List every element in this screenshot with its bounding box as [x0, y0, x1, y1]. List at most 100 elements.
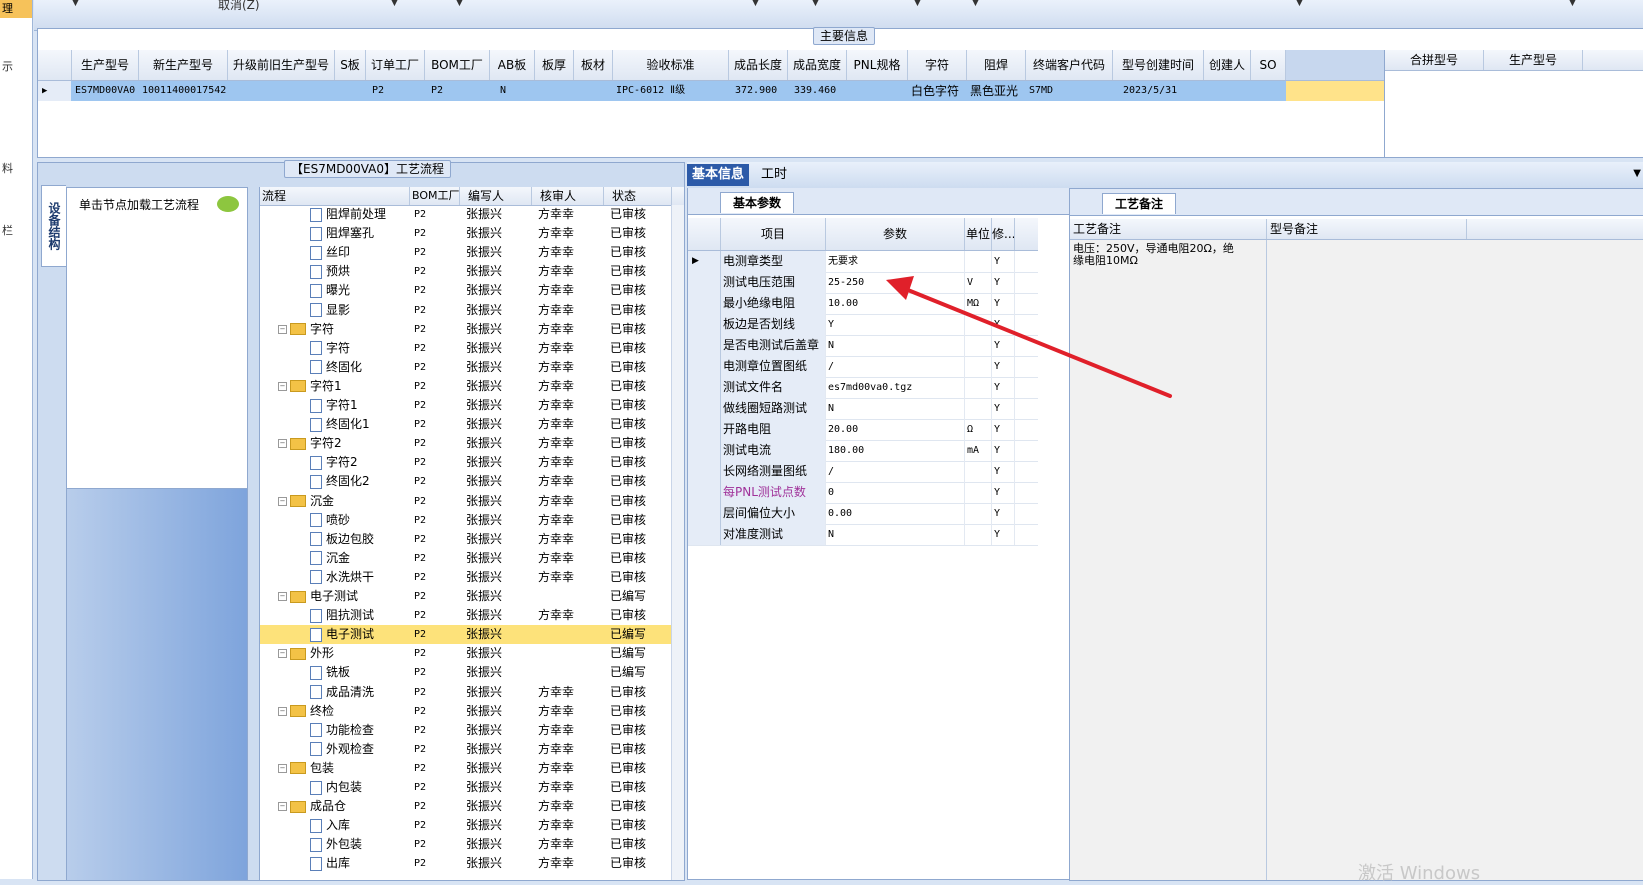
- row-selector[interactable]: [688, 419, 721, 440]
- column-header[interactable]: 板材: [574, 50, 613, 80]
- table-cell[interactable]: S7MD: [1026, 81, 1112, 101]
- param-value[interactable]: 180.00: [826, 440, 965, 461]
- tree-row[interactable]: − 字符1 P2 张振兴 方幸幸 已审核: [260, 377, 684, 396]
- column-header[interactable]: 项目: [721, 218, 826, 250]
- left-nav-glyph[interactable]: 栏: [2, 222, 13, 238]
- collapse-icon[interactable]: −: [278, 324, 287, 334]
- row-selector-header[interactable]: [38, 50, 72, 80]
- column-header[interactable]: 状态: [604, 187, 672, 205]
- table-cell[interactable]: 黑色亚光: [967, 81, 1025, 101]
- dropdown-arrow-icon[interactable]: ▼: [972, 0, 979, 8]
- param-value[interactable]: 20.00: [826, 419, 965, 440]
- tree-row[interactable]: 丝印 P2 张振兴 方幸幸 已审核: [260, 243, 684, 262]
- tree-row[interactable]: 喷砂 P2 张振兴 方幸幸 已审核: [260, 511, 684, 530]
- process-remark-caption[interactable]: 工艺备注: [1102, 193, 1176, 214]
- dropdown-arrow-icon[interactable]: ▼: [1296, 0, 1303, 8]
- param-value[interactable]: N: [826, 524, 965, 545]
- collapse-icon[interactable]: −: [278, 763, 287, 773]
- table-cell[interactable]: IPC-6012 Ⅱ级: [613, 81, 728, 101]
- column-header[interactable]: 创建人: [1204, 50, 1251, 80]
- dropdown-arrow-icon[interactable]: ▼: [914, 0, 921, 8]
- param-value[interactable]: 无要求: [826, 251, 965, 272]
- tree-row[interactable]: 内包装 P2 张振兴 方幸幸 已审核: [260, 778, 684, 797]
- column-header[interactable]: 订单工厂: [366, 50, 425, 80]
- param-value[interactable]: 0: [826, 482, 965, 503]
- collapse-icon[interactable]: −: [278, 381, 287, 391]
- param-row[interactable]: 长网络测量图纸 / Y: [688, 461, 1038, 483]
- basic-params-caption[interactable]: 基本参数: [720, 192, 794, 213]
- tree-row[interactable]: 显影 P2 张振兴 方幸幸 已审核: [260, 301, 684, 320]
- row-selector[interactable]: [688, 482, 721, 503]
- collapse-icon[interactable]: −: [278, 802, 287, 812]
- param-row[interactable]: 做线圈短路测试 N Y: [688, 398, 1038, 420]
- column-header[interactable]: S板: [335, 50, 366, 80]
- tree-row[interactable]: 预烘 P2 张振兴 方幸幸 已审核: [260, 262, 684, 281]
- tree-row[interactable]: − 终检 P2 张振兴 方幸幸 已审核: [260, 702, 684, 721]
- column-header[interactable]: 板厚: [535, 50, 574, 80]
- tree-row[interactable]: − 字符2 P2 张振兴 方幸幸 已审核: [260, 434, 684, 453]
- column-header[interactable]: 合拼型号: [1385, 50, 1484, 70]
- tree-row[interactable]: 终固化2 P2 张振兴 方幸幸 已审核: [260, 472, 684, 491]
- collapse-icon[interactable]: −: [278, 439, 287, 449]
- tree-row[interactable]: 终固化1 P2 张振兴 方幸幸 已审核: [260, 415, 684, 434]
- tab-work-hours[interactable]: 工时: [761, 164, 787, 186]
- row-selector[interactable]: [688, 524, 721, 545]
- tree-row[interactable]: 外包装 P2 张振兴 方幸幸 已审核: [260, 835, 684, 854]
- collapse-icon[interactable]: −: [278, 706, 287, 716]
- tree-row[interactable]: 出库 P2 张振兴 方幸幸 已审核: [260, 854, 684, 873]
- model-remark-cell[interactable]: [1267, 240, 1643, 880]
- tree-row[interactable]: − 字符 P2 张振兴 方幸幸 已审核: [260, 320, 684, 339]
- param-value[interactable]: 0.00: [826, 503, 965, 524]
- load-process-hint[interactable]: 单击节点加载工艺流程: [79, 196, 199, 213]
- tree-row[interactable]: 阻抗测试 P2 张振兴 方幸幸 已审核: [260, 606, 684, 625]
- tree-row[interactable]: − 外形 P2 张振兴 已编写: [260, 644, 684, 663]
- column-header[interactable]: 阻焊: [967, 50, 1026, 80]
- table-cell[interactable]: 白色字符: [908, 81, 966, 101]
- param-row[interactable]: 对准度测试 N Y: [688, 524, 1038, 546]
- tree-row[interactable]: 外观检查 P2 张振兴 方幸幸 已审核: [260, 740, 684, 759]
- tree-row[interactable]: 电子测试 P2 张振兴 已编写: [260, 625, 684, 645]
- row-selector[interactable]: [688, 335, 721, 356]
- row-selector[interactable]: [688, 293, 721, 314]
- column-header[interactable]: 终端客户代码: [1026, 50, 1113, 80]
- tree-row[interactable]: 终固化 P2 张振兴 方幸幸 已审核: [260, 358, 684, 377]
- param-row[interactable]: 层间偏位大小 0.00 Y: [688, 503, 1038, 525]
- tree-row[interactable]: 板边包胶 P2 张振兴 方幸幸 已审核: [260, 530, 684, 549]
- tree-row[interactable]: 成品清洗 P2 张振兴 方幸幸 已审核: [260, 683, 684, 702]
- row-selector[interactable]: [688, 398, 721, 419]
- tree-row[interactable]: 字符2 P2 张振兴 方幸幸 已审核: [260, 453, 684, 472]
- chevron-down-icon[interactable]: ▼: [1633, 168, 1641, 179]
- tree-row[interactable]: 曝光 P2 张振兴 方幸幸 已审核: [260, 281, 684, 300]
- param-value[interactable]: /: [826, 461, 965, 482]
- column-header[interactable]: 流程: [260, 187, 410, 205]
- table-cell[interactable]: P2: [425, 81, 489, 101]
- row-selector[interactable]: ▶: [688, 251, 721, 272]
- column-header[interactable]: 型号备注: [1267, 219, 1467, 239]
- tree-row[interactable]: 阻焊前处理 P2 张振兴 方幸幸 已审核: [260, 205, 684, 224]
- left-nav-glyph[interactable]: 料: [2, 160, 13, 176]
- tree-row[interactable]: 字符 P2 张振兴 方幸幸 已审核: [260, 339, 684, 358]
- left-nav-glyph[interactable]: 示: [2, 58, 13, 74]
- table-cell[interactable]: P2: [366, 81, 424, 101]
- column-header[interactable]: 工艺备注: [1070, 219, 1267, 239]
- column-header[interactable]: 升级前旧生产型号: [228, 50, 335, 80]
- dropdown-arrow-icon[interactable]: ▼: [72, 0, 79, 8]
- tree-row[interactable]: 功能检查 P2 张振兴 方幸幸 已审核: [260, 721, 684, 740]
- param-value[interactable]: N: [826, 398, 965, 419]
- table-cell[interactable]: 339.460: [788, 81, 846, 101]
- tree-row[interactable]: − 沉金 P2 张振兴 方幸幸 已审核: [260, 492, 684, 511]
- column-header[interactable]: SO: [1251, 50, 1286, 80]
- column-header[interactable]: 验收标准: [613, 50, 729, 80]
- table-row[interactable]: ▶ ES7MD00VA0 10011400017542 P2 P2 N IPC-…: [38, 81, 1384, 101]
- table-cell[interactable]: N: [490, 81, 534, 101]
- dropdown-arrow-icon[interactable]: ▼: [391, 0, 398, 8]
- column-header[interactable]: AB板: [490, 50, 535, 80]
- column-header[interactable]: 成品长度: [729, 50, 788, 80]
- table-cell[interactable]: 10011400017542: [139, 81, 227, 101]
- row-selector[interactable]: [688, 314, 721, 335]
- device-structure-tab[interactable]: 设备结构: [41, 185, 66, 267]
- collapse-icon[interactable]: −: [278, 592, 287, 601]
- row-selector-header[interactable]: [688, 218, 721, 250]
- row-selector[interactable]: [688, 272, 721, 293]
- param-row[interactable]: 测试电流 180.00 mA Y: [688, 440, 1038, 462]
